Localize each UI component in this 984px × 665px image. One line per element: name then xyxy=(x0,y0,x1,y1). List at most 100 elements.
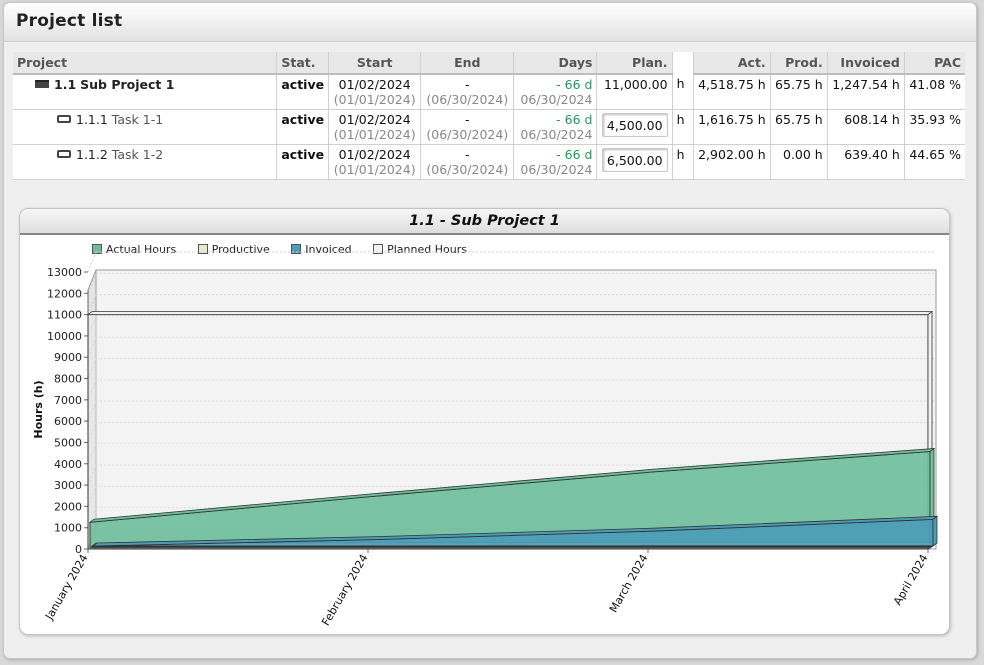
act-cell: 4,518.75 h xyxy=(693,74,771,110)
pac-cell: 44.65 % xyxy=(904,144,965,180)
y-tick-label: 1000 xyxy=(54,522,82,535)
col-end[interactable]: End xyxy=(420,52,515,75)
end-planned: (06/30/2024) xyxy=(426,162,509,177)
task-id: 1.1.1 xyxy=(76,112,108,127)
y-tick-label: 12000 xyxy=(47,287,82,300)
start-date: 01/02/2024 xyxy=(338,77,411,92)
unit-cell: h xyxy=(672,109,694,145)
end-date: - xyxy=(465,147,470,162)
task-bar-icon xyxy=(57,150,71,158)
days-cell: - 66 d 06/30/2024 xyxy=(513,74,598,110)
col-act[interactable]: Act. xyxy=(693,52,771,75)
project-cell[interactable]: 1.1.1 Task 1-1 xyxy=(13,109,278,145)
y-tick-label: 4000 xyxy=(54,458,82,471)
grid-diagonal xyxy=(87,251,97,273)
plan-input[interactable]: 6,500.00 xyxy=(601,148,668,172)
area-top-planned-hours xyxy=(86,311,934,316)
start-planned: (01/01/2024) xyxy=(333,162,416,177)
days-date: 06/30/2024 xyxy=(520,162,593,177)
y-tick-label: 10000 xyxy=(47,330,82,343)
col-start[interactable]: Start xyxy=(328,52,422,75)
y-tick-label: 8000 xyxy=(54,373,82,386)
x-tick-label: April 2024 xyxy=(891,552,931,608)
project-cell[interactable]: 1.1 Sub Project 1 xyxy=(13,74,278,110)
project-table: Project Stat. Start End Days Plan. Act. … xyxy=(13,52,965,180)
end-planned: (06/30/2024) xyxy=(426,127,509,142)
col-project[interactable]: Project xyxy=(13,52,278,75)
invoiced-cell: 608.14 h xyxy=(827,109,905,145)
project-cell[interactable]: 1.1.2 Task 1-2 xyxy=(13,144,278,180)
start-cell: 01/02/2024 (01/01/2024) xyxy=(328,144,422,180)
start-date: 01/02/2024 xyxy=(338,147,411,162)
y-tick-label: 11000 xyxy=(47,309,82,322)
task-id: 1.1.2 xyxy=(76,147,108,162)
y-tick-label: 7000 xyxy=(54,394,82,407)
days-remaining: - 66 d xyxy=(556,77,593,92)
x-tick-label: February 2024 xyxy=(319,552,370,628)
start-planned: (01/01/2024) xyxy=(333,127,416,142)
y-tick-label: 3000 xyxy=(54,479,82,492)
task-name[interactable]: Task 1-2 xyxy=(112,147,163,162)
days-date: 06/30/2024 xyxy=(520,92,593,107)
y-tick-label: 6000 xyxy=(54,415,82,428)
chart-title-bar: 1.1 - Sub Project 1 xyxy=(20,209,949,235)
x-tick-label: March 2024 xyxy=(607,552,651,615)
plan-cell: 6,500.00 xyxy=(596,144,673,180)
page-title: Project list xyxy=(16,11,123,31)
table-row[interactable]: 1.1 Sub Project 1 active 01/02/2024 (01/0… xyxy=(13,74,965,110)
unit-cell: h xyxy=(672,74,694,110)
col-unit xyxy=(672,52,694,74)
chart-panel: 1.1 - Sub Project 1 Actual Hours Product… xyxy=(19,208,950,635)
plan-cell: 11,000.00 xyxy=(596,74,673,110)
end-cell: - (06/30/2024) xyxy=(420,74,515,110)
col-pac[interactable]: PAC xyxy=(904,52,965,75)
days-remaining: - 66 d xyxy=(556,147,593,162)
prod-cell: 0.00 h xyxy=(770,144,828,180)
project-bar-icon xyxy=(35,80,49,88)
status-cell: active xyxy=(276,144,330,180)
y-tick-label: 5000 xyxy=(54,436,82,449)
y-tick-label: 13000 xyxy=(47,266,82,279)
col-prod[interactable]: Prod. xyxy=(770,52,828,75)
days-remaining: - 66 d xyxy=(556,112,593,127)
end-date: - xyxy=(465,112,470,127)
y-tick-label: 9000 xyxy=(54,351,82,364)
pac-cell: 41.08 % xyxy=(904,74,965,110)
days-date: 06/30/2024 xyxy=(520,127,593,142)
pac-cell: 35.93 % xyxy=(904,109,965,145)
y-axis-label: Hours (h) xyxy=(32,380,45,438)
prod-cell: 65.75 h xyxy=(770,109,828,145)
y-tick-label: 2000 xyxy=(54,500,82,513)
project-name[interactable]: Sub Project 1 xyxy=(80,77,174,92)
invoiced-cell: 639.40 h xyxy=(827,144,905,180)
status-cell: active xyxy=(276,109,330,145)
days-cell: - 66 d 06/30/2024 xyxy=(513,109,598,145)
table-header-row: Project Stat. Start End Days Plan. Act. … xyxy=(13,52,965,75)
end-date: - xyxy=(465,77,470,92)
start-cell: 01/02/2024 (01/01/2024) xyxy=(328,109,422,145)
unit-cell: h xyxy=(672,144,694,180)
col-plan[interactable]: Plan. xyxy=(596,52,673,75)
chart-plot: 0100020003000400050006000700080009000100… xyxy=(32,251,939,628)
end-cell: - (06/30/2024) xyxy=(420,144,515,180)
col-days[interactable]: Days xyxy=(513,52,598,75)
col-invoiced[interactable]: Invoiced xyxy=(827,52,905,75)
end-cell: - (06/30/2024) xyxy=(420,109,515,145)
project-id: 1.1 xyxy=(54,77,77,92)
table-row[interactable]: 1.1.1 Task 1-1 active 01/02/2024 (01/01/2… xyxy=(13,109,965,145)
start-date: 01/02/2024 xyxy=(338,112,411,127)
start-cell: 01/02/2024 (01/01/2024) xyxy=(328,74,422,110)
plan-cell: 4,500.00 xyxy=(596,109,673,145)
panel-header: Project list xyxy=(4,3,976,42)
col-status[interactable]: Stat. xyxy=(276,52,330,75)
project-list-panel: Project list Project Stat. Start End Day… xyxy=(3,2,977,659)
task-name[interactable]: Task 1-1 xyxy=(112,112,163,127)
act-cell: 1,616.75 h xyxy=(693,109,771,145)
chart-title: 1.1 - Sub Project 1 xyxy=(409,213,560,229)
table-row[interactable]: 1.1.2 Task 1-2 active 01/02/2024 (01/01/2… xyxy=(13,144,965,180)
prod-cell: 65.75 h xyxy=(770,74,828,110)
plan-input[interactable]: 4,500.00 xyxy=(601,113,668,137)
start-planned: (01/01/2024) xyxy=(333,92,416,107)
end-planned: (06/30/2024) xyxy=(426,92,509,107)
act-cell: 2,902.00 h xyxy=(693,144,771,180)
